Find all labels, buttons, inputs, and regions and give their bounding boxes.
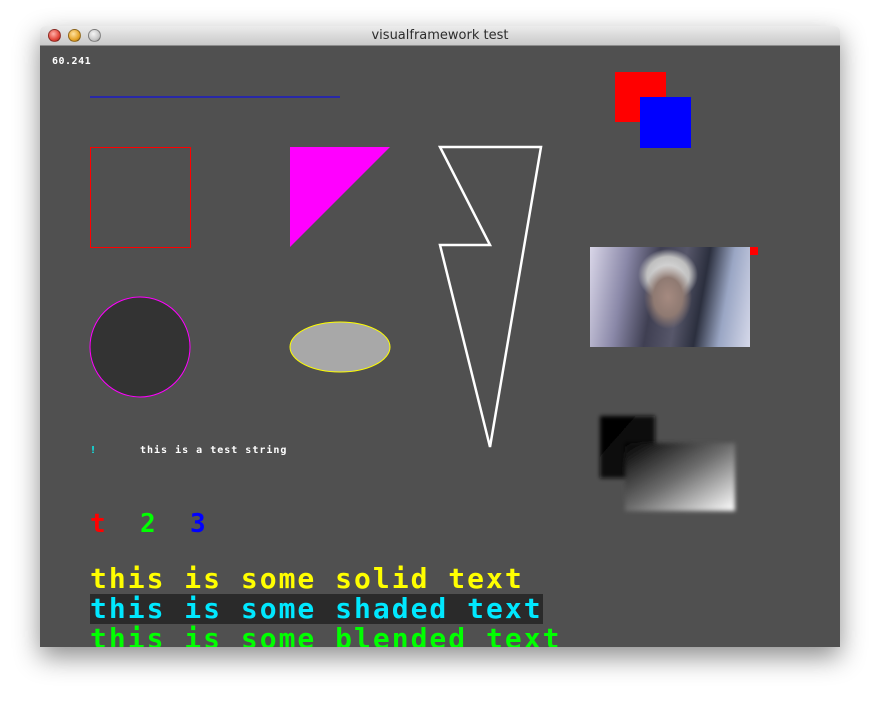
gray-ellipse <box>289 321 391 373</box>
test-string: this is a test string <box>140 445 288 456</box>
magenta-triangle <box>290 147 390 247</box>
red-glyph: t <box>90 509 106 539</box>
blended-text: this is some blended text <box>90 622 562 648</box>
red-marker <box>750 247 758 255</box>
green-glyph: 2 <box>140 509 156 539</box>
solid-text: this is some solid text <box>90 562 524 595</box>
app-window: visualframework test 60.241 ! this is a … <box>40 26 840 647</box>
shaded-text: this is some shaded text <box>90 592 543 625</box>
title-bar[interactable]: visualframework test <box>40 26 840 46</box>
blue-glyph: 3 <box>190 509 206 539</box>
render-canvas: 60.241 ! this is a test string t 2 3 thi… <box>40 46 840 647</box>
light-gradient-block <box>625 443 735 511</box>
red-outline-rectangle <box>90 147 191 248</box>
webcam-image <box>590 247 750 347</box>
blue-square <box>640 97 691 148</box>
window-title: visualframework test <box>371 28 509 43</box>
white-lightning-polygon <box>437 145 543 448</box>
cyan-glyph: ! <box>90 445 97 456</box>
dark-circle <box>89 296 191 398</box>
